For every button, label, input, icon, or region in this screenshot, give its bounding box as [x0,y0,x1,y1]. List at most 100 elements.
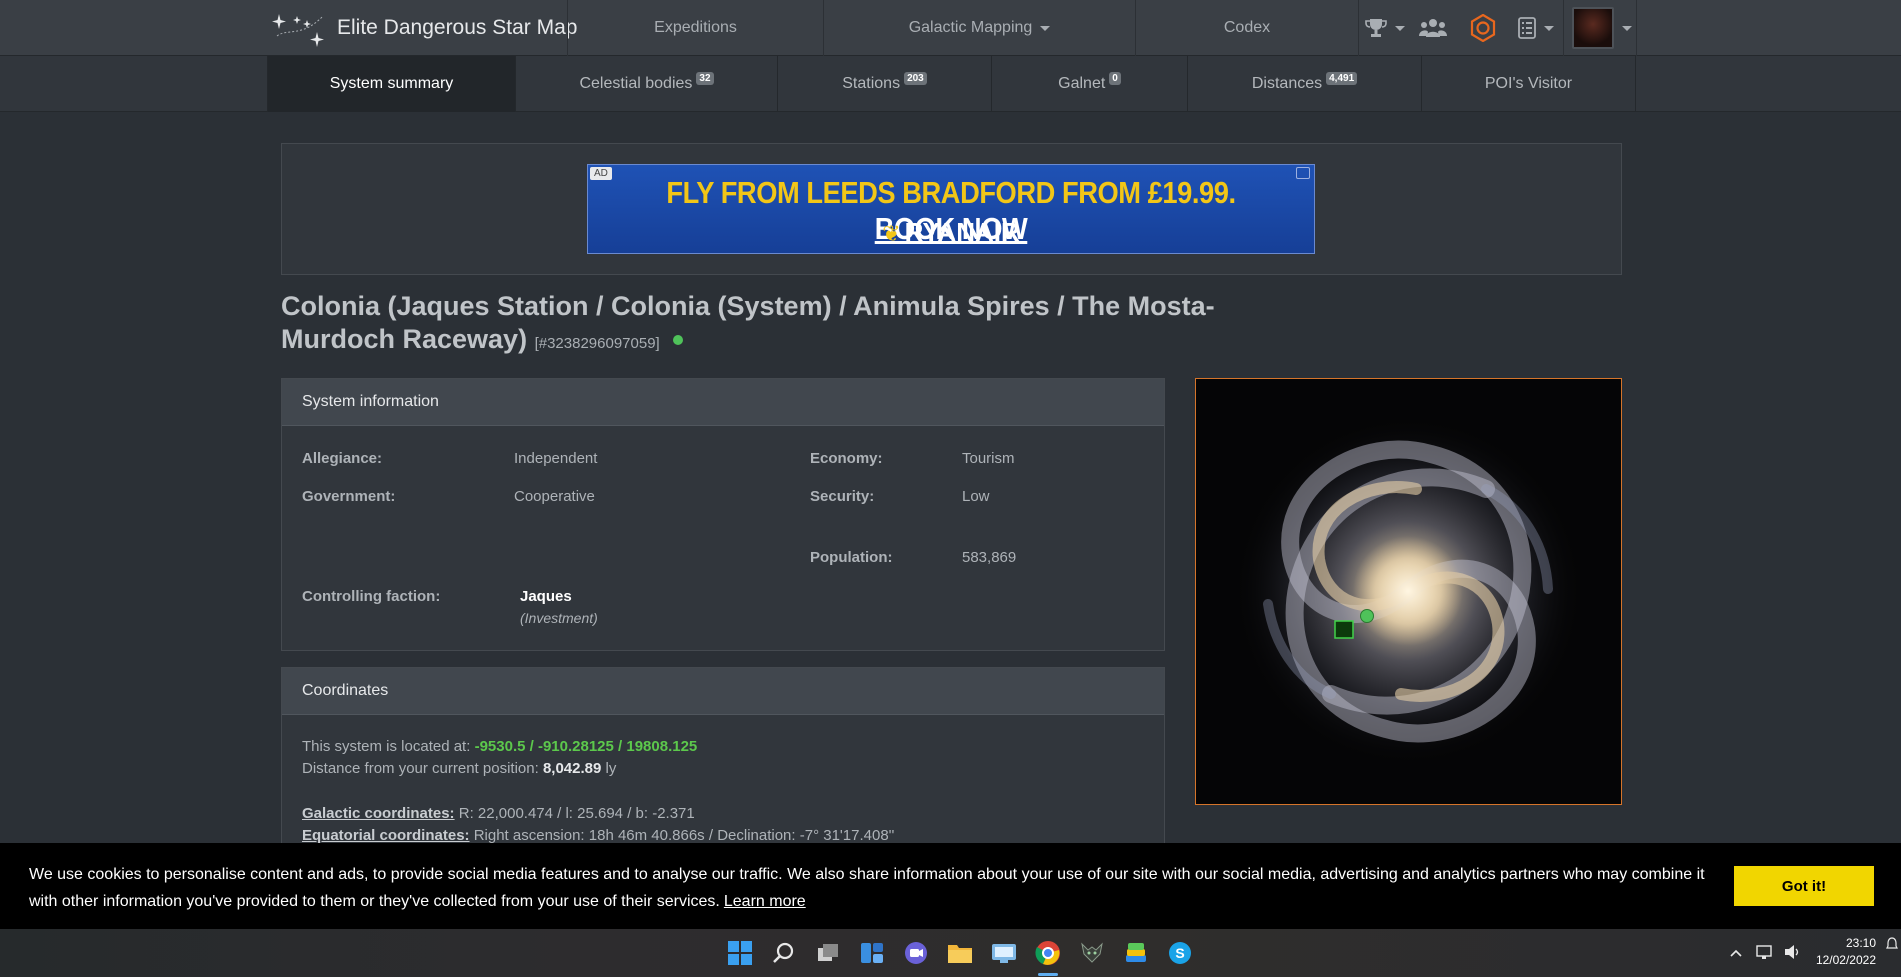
tab-label: Galnet [1058,75,1106,92]
government-value: Cooperative [514,488,595,505]
location-line: This system is located at: -9530.5 / -91… [302,738,697,755]
community-button[interactable] [1410,0,1456,56]
location-prefix: This system is located at: [302,738,471,755]
active-app-indicator [1038,973,1058,976]
chevron-down-icon [1395,25,1405,31]
security-label: Security: [810,488,875,505]
tab-label: Stations [842,75,901,92]
user-menu[interactable] [1568,0,1636,56]
list-document-icon [1518,17,1536,39]
frontier-link-button[interactable] [1456,0,1510,56]
windows-start-icon[interactable] [726,939,754,967]
game-app-icon[interactable] [1078,939,1106,967]
nav-expeditions[interactable]: Expeditions [568,0,823,56]
brand-link[interactable]: Elite Dangerous Star Map [267,8,577,48]
search-icon[interactable] [770,939,798,967]
economy-value: Tourism [962,450,1015,467]
notification-icon[interactable] [1886,937,1898,954]
users-group-icon [1419,19,1447,37]
ad-choices-icon[interactable] [1296,167,1310,179]
galaxy-map[interactable] [1195,378,1622,805]
government-label: Government: [302,488,396,505]
system-id: [#3238296097059] [534,335,660,352]
chevron-down-icon [1544,25,1554,31]
logs-menu[interactable] [1510,0,1562,56]
teams-chat-icon[interactable] [902,939,930,967]
nav-expeditions-label: Expeditions [654,19,737,36]
coordinates-panel: Coordinates This system is located at: -… [281,667,1165,847]
cookie-accept-button[interactable]: Got it! [1734,866,1874,906]
tab-label: System summary [329,75,454,92]
learn-more-link[interactable]: Learn more [724,893,806,910]
current-location-marker-icon [1334,620,1354,639]
nav-codex-label: Codex [1223,19,1271,36]
allegiance-value: Independent [514,450,598,467]
nav-galactic-mapping[interactable]: Galactic Mapping [824,0,1135,56]
network-icon[interactable] [1756,944,1774,963]
panel-heading: System information [282,379,1164,426]
brand-title: Elite Dangerous Star Map [337,16,578,39]
galactic-coordinates-link[interactable]: Galactic coordinates: [302,805,455,822]
distance-unit: ly [605,760,617,777]
ad-brand-text: RYANAIR [904,217,1020,247]
chevron-down-icon [1622,25,1632,31]
tab-label: Distances [1251,75,1323,92]
security-value: Low [962,488,990,505]
distance-value: 8,042.89 [542,760,602,777]
cookie-message: We use cookies to personalise content an… [29,861,1709,915]
star-map-logo-icon [272,14,324,47]
tab-galnet[interactable]: Galnet 0 [991,56,1187,112]
galactic-coordinates-value: R: 22,000.474 / l: 25.694 / b: -2.371 [458,805,695,822]
file-explorer-icon[interactable] [946,939,974,967]
tab-system-summary[interactable]: System summary [267,56,515,112]
volume-icon[interactable] [1784,944,1802,963]
chrome-icon[interactable] [1034,939,1062,967]
equatorial-coordinates-line: Equatorial coordinates: Right ascension:… [302,827,894,844]
count-badge: 4,491 [1326,71,1358,85]
cookie-consent-bar: We use cookies to personalise content an… [0,843,1901,929]
page-title: Colonia (Jaques Station / Colonia (Syste… [281,290,1281,360]
system-marker-icon [1360,609,1374,623]
widgets-icon[interactable] [858,939,886,967]
tab-distances[interactable]: Distances 4,491 [1187,56,1421,112]
svg-text:S: S [1175,945,1184,961]
ad-brand: ❦ RYANAIR [588,217,1314,248]
count-badge: 203 [904,71,927,85]
location-value: -9530.5 / -910.28125 / 19808.125 [474,738,698,755]
ryanair-ad-banner[interactable]: AD FLY FROM LEEDS BRADFORD FROM £19.99. … [587,164,1315,254]
economy-label: Economy: [810,450,883,467]
system-clock[interactable]: 23:10 12/02/2022 [1806,935,1876,969]
system-tray [1730,929,1802,977]
tab-pois-visitor[interactable]: POI's Visitor [1421,56,1636,112]
galactic-coordinates-line: Galactic coordinates: R: 22,000.474 / l:… [302,805,695,822]
system-tabs: System summary Celestial bodies 32 Stati… [0,56,1901,112]
tab-stations[interactable]: Stations 203 [777,56,991,112]
population-value: 583,869 [962,549,1017,566]
skype-icon[interactable]: S [1166,939,1194,967]
task-view-icon[interactable] [814,939,842,967]
cookie-text: We use cookies to personalise content an… [29,866,1705,910]
galaxy-image [1196,379,1621,804]
avatar [1572,7,1614,49]
system-information-panel: System information Allegiance: Independe… [281,378,1165,651]
control-panel-icon[interactable] [990,939,1018,967]
tab-label: Celestial bodies [579,75,693,92]
faction-link[interactable]: Jaques [520,588,572,605]
distance-line: Distance from your current position: 8,0… [302,760,616,777]
bluestacks-icon[interactable] [1122,939,1150,967]
ad-label: AD [590,167,612,180]
chevron-up-icon[interactable] [1730,946,1742,960]
tab-celestial-bodies[interactable]: Celestial bodies 32 [515,56,777,112]
hexagon-logo-icon [1470,14,1496,42]
nav-codex[interactable]: Codex [1136,0,1358,56]
nav-galactic-mapping-label: Galactic Mapping [908,19,1033,36]
allegiance-label: Allegiance: [302,450,383,467]
population-label: Population: [810,549,893,566]
achievements-menu[interactable] [1360,0,1410,56]
system-title: Colonia (Jaques Station / Colonia (Syste… [281,291,1215,354]
status-dot-icon [673,335,684,345]
trophy-icon [1365,19,1387,37]
equatorial-coordinates-link[interactable]: Equatorial coordinates: [302,827,470,844]
windows-taskbar: S 23:10 12/02/2022 [0,929,1901,977]
ad-container: AD FLY FROM LEEDS BRADFORD FROM £19.99. … [281,143,1622,275]
